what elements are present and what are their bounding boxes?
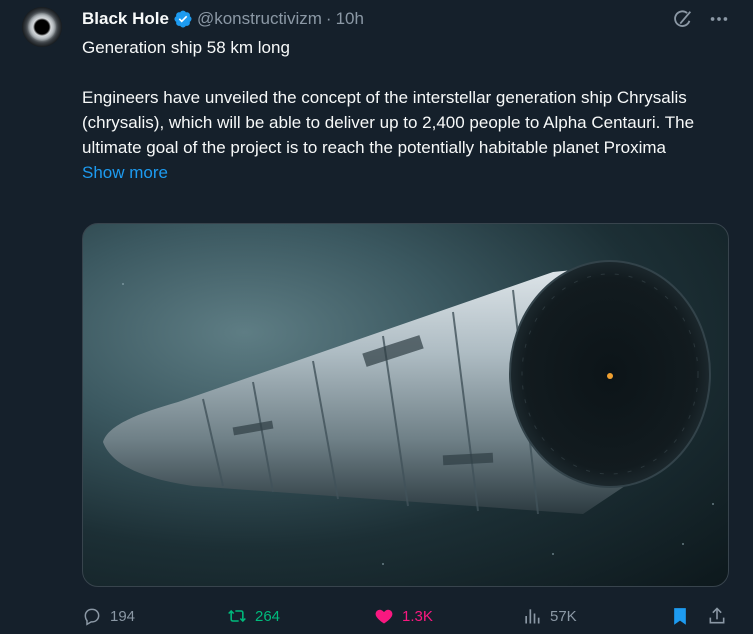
tweet-header: Black Hole @konstructivizm · 10h — [82, 8, 364, 30]
reply-icon — [84, 608, 100, 626]
bookmark-button[interactable] — [670, 602, 690, 630]
bookmark-icon — [674, 608, 686, 625]
author-handle[interactable]: @konstructivizm — [197, 9, 322, 29]
views-icon — [525, 609, 540, 624]
avatar[interactable] — [22, 7, 62, 47]
tweet-actions: 194 264 1.3K 57K — [82, 602, 730, 630]
heart-icon — [375, 609, 393, 624]
author-name[interactable]: Black Hole — [82, 9, 169, 29]
show-more-link[interactable]: Show more — [82, 160, 168, 185]
like-count: 1.3K — [402, 607, 433, 625]
share-icon — [709, 607, 725, 624]
tweet-text: Generation ship 58 km long Engineers hav… — [82, 35, 732, 185]
views-count: 57K — [550, 607, 577, 625]
reply-count: 194 — [110, 607, 136, 625]
spaceship-image — [103, 260, 714, 565]
tweet-media-image[interactable] — [82, 223, 729, 587]
grok-icon[interactable] — [671, 7, 695, 31]
share-button[interactable] — [707, 602, 727, 630]
verified-badge-icon — [173, 9, 193, 29]
views-button[interactable]: 57K — [522, 602, 577, 630]
tweet-top-actions — [671, 7, 731, 31]
tweet-time[interactable]: 10h — [336, 9, 364, 29]
repost-button[interactable]: 264 — [227, 602, 280, 630]
tweet-title: Generation ship 58 km long — [82, 38, 290, 57]
reply-button[interactable]: 194 — [82, 602, 135, 630]
tweet-body: Engineers have unveiled the concept of t… — [82, 88, 695, 157]
more-icon[interactable] — [707, 7, 731, 31]
like-button[interactable]: 1.3K — [374, 602, 433, 630]
repost-icon — [228, 609, 246, 623]
separator-dot: · — [325, 9, 332, 28]
tweet[interactable]: Black Hole @konstructivizm · 10h Generat… — [0, 0, 753, 634]
repost-count: 264 — [255, 607, 281, 625]
